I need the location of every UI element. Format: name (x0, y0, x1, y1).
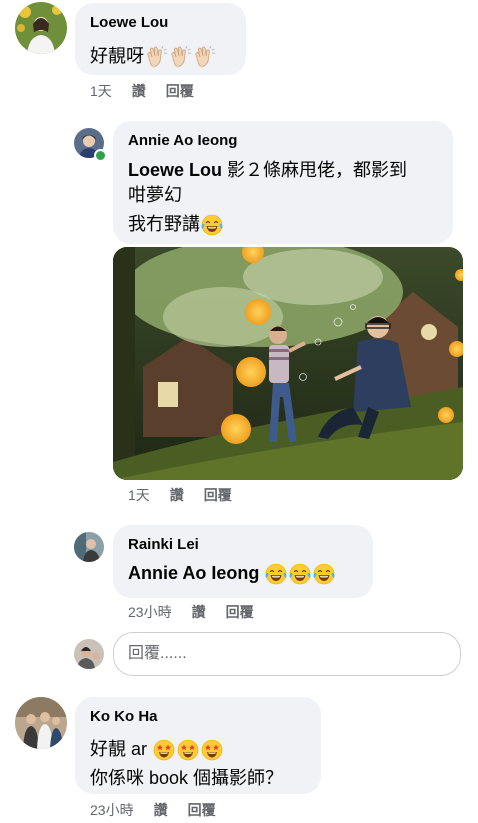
online-status-icon (94, 149, 107, 162)
clapping-hands-icon (144, 45, 168, 69)
reply-button[interactable]: 回覆 (166, 81, 194, 101)
tears-of-joy-icon (288, 562, 312, 586)
photo-image (113, 247, 463, 480)
timestamp[interactable]: 1天 (90, 81, 112, 101)
avatar-ko-ko-ha[interactable] (15, 697, 67, 749)
avatar-rainki-lei[interactable] (74, 532, 104, 562)
avatar-photo-icon (74, 532, 104, 562)
tears-of-joy-icon (200, 213, 224, 237)
comment-text-line: 你係咪 book 個攝影師？ (90, 768, 284, 788)
comment-text-line: 我冇野講 (128, 210, 224, 237)
comment-body: 好靚呀 (90, 46, 144, 66)
star-struck-icon (152, 738, 176, 762)
comment-meta: 23小時讚回覆 (128, 602, 254, 622)
avatar-photo-icon (74, 639, 104, 669)
comment-text-line: 咁夢幻 (128, 185, 182, 205)
comment-meta: 23小時讚回覆 (90, 800, 216, 820)
comment-body: 好靚 ar (90, 739, 148, 759)
reply-button[interactable]: 回覆 (204, 485, 232, 505)
like-button[interactable]: 讚 (192, 602, 206, 622)
like-button[interactable]: 讚 (154, 800, 168, 820)
tears-of-joy-icon (264, 562, 288, 586)
star-struck-icon (176, 738, 200, 762)
timestamp[interactable]: 23小時 (128, 602, 172, 622)
avatar-photo-icon (15, 2, 67, 54)
comment-photo[interactable] (113, 247, 463, 480)
clapping-hands-icon (168, 45, 192, 69)
comment-author[interactable]: Rainki Lei (128, 536, 199, 553)
comment-text: Annie Ao Ieong (128, 562, 336, 586)
avatar-loewe-lou[interactable] (15, 2, 67, 54)
reply-button[interactable]: 回覆 (226, 602, 254, 622)
current-user-avatar (74, 639, 104, 669)
comment-text-line: Loewe Lou 影２條麻甩佬，都影到 (128, 156, 407, 182)
comment-author[interactable]: Annie Ao Ieong (128, 132, 237, 149)
comment-author[interactable]: Loewe Lou (90, 14, 168, 31)
comment-body: 影２條麻甩佬，都影到 (222, 160, 407, 180)
timestamp[interactable]: 23小時 (90, 800, 134, 820)
comment-body: 我冇野講 (128, 214, 200, 234)
like-button[interactable]: 讚 (170, 485, 184, 505)
mention-link[interactable]: Loewe Lou (128, 160, 222, 180)
reply-button[interactable]: 回覆 (188, 800, 216, 820)
comment-author[interactable]: Ko Ko Ha (90, 708, 158, 725)
comment-meta: 1天讚回覆 (90, 81, 194, 101)
reply-input[interactable]: 回覆...... (113, 632, 461, 676)
like-button[interactable]: 讚 (132, 81, 146, 101)
comment-text-line: 好靚 ar (90, 735, 224, 762)
comment-text: 好靚呀 (90, 42, 216, 69)
avatar-photo-icon (15, 697, 67, 749)
timestamp[interactable]: 1天 (128, 485, 150, 505)
comment-meta: 1天讚回覆 (128, 485, 232, 505)
mention-link[interactable]: Annie Ao Ieong (128, 563, 259, 583)
tears-of-joy-icon (312, 562, 336, 586)
clapping-hands-icon (192, 45, 216, 69)
star-struck-icon (200, 738, 224, 762)
